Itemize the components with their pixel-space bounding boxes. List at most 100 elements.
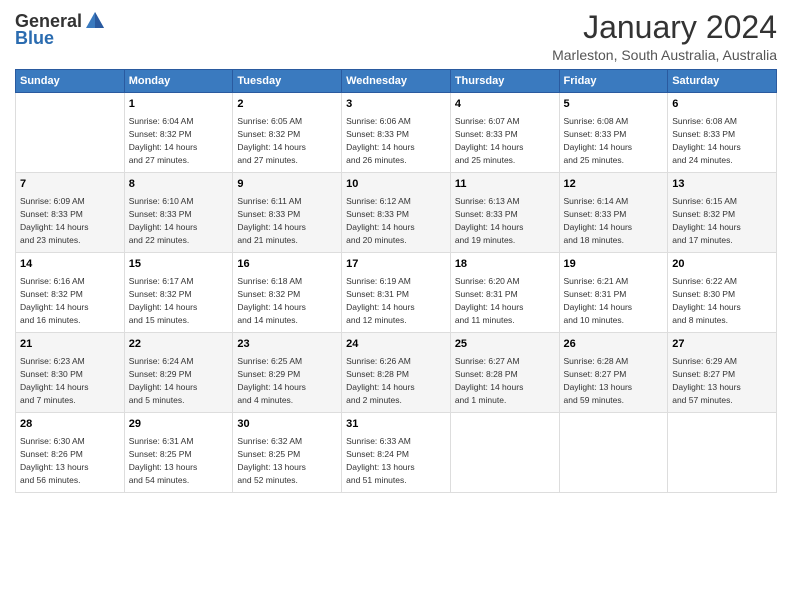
calendar-cell: 21Sunrise: 6:23 AM Sunset: 8:30 PM Dayli… — [16, 333, 125, 413]
day-info: Sunrise: 6:09 AM Sunset: 8:33 PM Dayligh… — [20, 196, 89, 246]
day-info: Sunrise: 6:14 AM Sunset: 8:33 PM Dayligh… — [564, 196, 633, 246]
day-info: Sunrise: 6:27 AM Sunset: 8:28 PM Dayligh… — [455, 356, 524, 406]
day-info: Sunrise: 6:33 AM Sunset: 8:24 PM Dayligh… — [346, 436, 415, 486]
day-info: Sunrise: 6:10 AM Sunset: 8:33 PM Dayligh… — [129, 196, 198, 246]
day-info: Sunrise: 6:11 AM Sunset: 8:33 PM Dayligh… — [237, 196, 306, 246]
day-info: Sunrise: 6:23 AM Sunset: 8:30 PM Dayligh… — [20, 356, 89, 406]
day-info: Sunrise: 6:29 AM Sunset: 8:27 PM Dayligh… — [672, 356, 741, 406]
header-saturday: Saturday — [668, 70, 777, 93]
day-info: Sunrise: 6:17 AM Sunset: 8:32 PM Dayligh… — [129, 276, 198, 326]
day-number: 12 — [564, 177, 664, 192]
calendar-cell: 28Sunrise: 6:30 AM Sunset: 8:26 PM Dayli… — [16, 413, 125, 493]
day-number: 5 — [564, 97, 664, 112]
week-row-3: 14 Sunrise: 6:16 AM Sunset: 8:32 PM Dayli… — [16, 253, 777, 333]
calendar-cell: 3 Sunrise: 6:06 AM Sunset: 8:33 PM Daylig… — [342, 93, 451, 173]
day-info: Sunrise: 6:05 AM Sunset: 8:32 PM Dayligh… — [237, 116, 306, 166]
calendar-cell — [16, 93, 125, 173]
day-number: 14 — [20, 257, 120, 272]
main-container: General Blue January 2024 Marleston, Sou… — [0, 0, 792, 498]
day-info: Sunrise: 6:19 AM Sunset: 8:31 PM Dayligh… — [346, 276, 415, 326]
day-number: 23 — [237, 337, 337, 352]
day-info: Sunrise: 6:08 AM Sunset: 8:33 PM Dayligh… — [672, 116, 741, 166]
week-row-4: 21Sunrise: 6:23 AM Sunset: 8:30 PM Dayli… — [16, 333, 777, 413]
day-info: Sunrise: 6:22 AM Sunset: 8:30 PM Dayligh… — [672, 276, 741, 326]
day-info: Sunrise: 6:06 AM Sunset: 8:33 PM Dayligh… — [346, 116, 415, 166]
calendar-cell: 10 Sunrise: 6:12 AM Sunset: 8:33 PM Dayli… — [342, 173, 451, 253]
calendar-cell: 22 Sunrise: 6:24 AM Sunset: 8:29 PM Dayli… — [124, 333, 233, 413]
day-number: 8 — [129, 177, 229, 192]
day-info: Sunrise: 6:15 AM Sunset: 8:32 PM Dayligh… — [672, 196, 741, 246]
calendar-cell — [559, 413, 668, 493]
calendar-cell: 11 Sunrise: 6:13 AM Sunset: 8:33 PM Dayli… — [450, 173, 559, 253]
day-info: Sunrise: 6:32 AM Sunset: 8:25 PM Dayligh… — [237, 436, 306, 486]
calendar-cell: 4 Sunrise: 6:07 AM Sunset: 8:33 PM Daylig… — [450, 93, 559, 173]
calendar-cell: 5Sunrise: 6:08 AM Sunset: 8:33 PM Daylig… — [559, 93, 668, 173]
day-info: Sunrise: 6:04 AM Sunset: 8:32 PM Dayligh… — [129, 116, 198, 166]
day-number: 11 — [455, 177, 555, 192]
calendar-cell: 26Sunrise: 6:28 AM Sunset: 8:27 PM Dayli… — [559, 333, 668, 413]
header-tuesday: Tuesday — [233, 70, 342, 93]
calendar-cell: 7Sunrise: 6:09 AM Sunset: 8:33 PM Daylig… — [16, 173, 125, 253]
day-number: 15 — [129, 257, 229, 272]
calendar-cell: 29Sunrise: 6:31 AM Sunset: 8:25 PM Dayli… — [124, 413, 233, 493]
day-info: Sunrise: 6:21 AM Sunset: 8:31 PM Dayligh… — [564, 276, 633, 326]
day-number: 29 — [129, 417, 229, 432]
calendar-cell: 14 Sunrise: 6:16 AM Sunset: 8:32 PM Dayli… — [16, 253, 125, 333]
day-number: 13 — [672, 177, 772, 192]
day-number: 2 — [237, 97, 337, 112]
calendar-cell: 18 Sunrise: 6:20 AM Sunset: 8:31 PM Dayli… — [450, 253, 559, 333]
header-monday: Monday — [124, 70, 233, 93]
calendar-cell: 9 Sunrise: 6:11 AM Sunset: 8:33 PM Daylig… — [233, 173, 342, 253]
header: General Blue January 2024 Marleston, Sou… — [15, 10, 777, 63]
day-number: 19 — [564, 257, 664, 272]
calendar-cell: 24Sunrise: 6:26 AM Sunset: 8:28 PM Dayli… — [342, 333, 451, 413]
calendar-cell: 23 Sunrise: 6:25 AM Sunset: 8:29 PM Dayli… — [233, 333, 342, 413]
calendar-cell: 20 Sunrise: 6:22 AM Sunset: 8:30 PM Dayli… — [668, 253, 777, 333]
day-number: 22 — [129, 337, 229, 352]
calendar-cell — [668, 413, 777, 493]
day-number: 16 — [237, 257, 337, 272]
day-info: Sunrise: 6:24 AM Sunset: 8:29 PM Dayligh… — [129, 356, 198, 406]
month-title: January 2024 — [552, 10, 777, 45]
calendar-cell: 15 Sunrise: 6:17 AM Sunset: 8:32 PM Dayli… — [124, 253, 233, 333]
day-info: Sunrise: 6:16 AM Sunset: 8:32 PM Dayligh… — [20, 276, 89, 326]
calendar-cell: 12 Sunrise: 6:14 AM Sunset: 8:33 PM Dayli… — [559, 173, 668, 253]
day-number: 30 — [237, 417, 337, 432]
day-number: 9 — [237, 177, 337, 192]
day-number: 20 — [672, 257, 772, 272]
day-number: 10 — [346, 177, 446, 192]
day-info: Sunrise: 6:30 AM Sunset: 8:26 PM Dayligh… — [20, 436, 89, 486]
day-number: 26 — [564, 337, 664, 352]
calendar-cell: 31Sunrise: 6:33 AM Sunset: 8:24 PM Dayli… — [342, 413, 451, 493]
calendar-cell — [450, 413, 559, 493]
day-info: Sunrise: 6:25 AM Sunset: 8:29 PM Dayligh… — [237, 356, 306, 406]
day-number: 1 — [129, 97, 229, 112]
day-number: 4 — [455, 97, 555, 112]
day-number: 18 — [455, 257, 555, 272]
day-info: Sunrise: 6:20 AM Sunset: 8:31 PM Dayligh… — [455, 276, 524, 326]
calendar-cell: 2 Sunrise: 6:05 AM Sunset: 8:32 PM Daylig… — [233, 93, 342, 173]
day-info: Sunrise: 6:26 AM Sunset: 8:28 PM Dayligh… — [346, 356, 415, 406]
header-thursday: Thursday — [450, 70, 559, 93]
calendar-cell: 27 Sunrise: 6:29 AM Sunset: 8:27 PM Dayli… — [668, 333, 777, 413]
logo-icon — [84, 10, 106, 32]
calendar-cell: 16 Sunrise: 6:18 AM Sunset: 8:32 PM Dayli… — [233, 253, 342, 333]
calendar-cell: 30 Sunrise: 6:32 AM Sunset: 8:25 PM Dayli… — [233, 413, 342, 493]
day-number: 17 — [346, 257, 446, 272]
logo: General Blue — [15, 10, 106, 49]
day-number: 27 — [672, 337, 772, 352]
calendar-cell: 13 Sunrise: 6:15 AM Sunset: 8:32 PM Dayli… — [668, 173, 777, 253]
day-info: Sunrise: 6:18 AM Sunset: 8:32 PM Dayligh… — [237, 276, 306, 326]
week-row-5: 28Sunrise: 6:30 AM Sunset: 8:26 PM Dayli… — [16, 413, 777, 493]
calendar-cell: 8 Sunrise: 6:10 AM Sunset: 8:33 PM Daylig… — [124, 173, 233, 253]
day-number: 3 — [346, 97, 446, 112]
calendar-table: Sunday Monday Tuesday Wednesday Thursday… — [15, 69, 777, 493]
header-wednesday: Wednesday — [342, 70, 451, 93]
day-info: Sunrise: 6:07 AM Sunset: 8:33 PM Dayligh… — [455, 116, 524, 166]
logo-blue: Blue — [15, 28, 54, 49]
day-info: Sunrise: 6:12 AM Sunset: 8:33 PM Dayligh… — [346, 196, 415, 246]
day-info: Sunrise: 6:13 AM Sunset: 8:33 PM Dayligh… — [455, 196, 524, 246]
week-row-2: 7Sunrise: 6:09 AM Sunset: 8:33 PM Daylig… — [16, 173, 777, 253]
header-friday: Friday — [559, 70, 668, 93]
day-number: 6 — [672, 97, 772, 112]
